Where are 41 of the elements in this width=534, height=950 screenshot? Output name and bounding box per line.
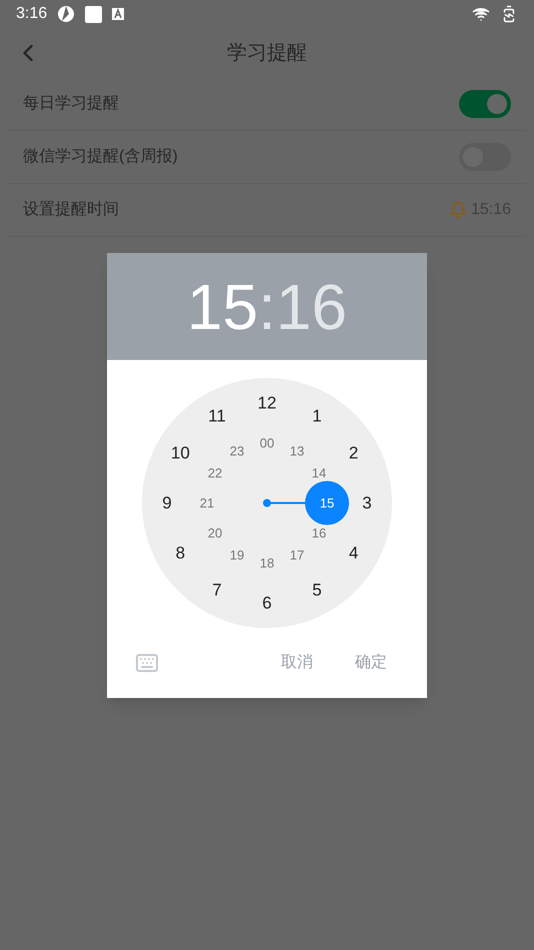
setting-label: 微信学习提醒(含周报) — [23, 147, 178, 167]
hour-number[interactable]: 21 — [200, 496, 214, 510]
hour-number[interactable]: 16 — [312, 526, 326, 540]
bell-icon — [448, 201, 467, 219]
hour-number[interactable]: 1 — [312, 408, 322, 425]
status-time: 3:16 — [16, 4, 48, 24]
keyboard-icon[interactable] — [135, 651, 159, 675]
hour-number[interactable]: 15 — [320, 496, 334, 510]
toggle-switch[interactable] — [459, 90, 511, 118]
page-title: 学习提醒 — [227, 41, 307, 66]
hour-number[interactable]: 19 — [230, 548, 244, 562]
hour-number[interactable]: 6 — [262, 594, 272, 612]
dialog-button[interactable]: 取消 — [269, 645, 325, 681]
dialog-button[interactable]: 确定 — [343, 645, 399, 681]
hour-number[interactable]: 3 — [362, 494, 372, 512]
hour-number[interactable]: 12 — [258, 394, 276, 412]
text-icon — [112, 8, 124, 20]
hour-number[interactable]: 00 — [260, 436, 274, 450]
hour-number[interactable]: 17 — [290, 548, 304, 562]
setting-label: 每日学习提醒 — [23, 94, 119, 114]
hour-number[interactable]: 8 — [176, 544, 186, 562]
hour-number[interactable]: 2 — [348, 444, 358, 462]
hour-number[interactable]: 11 — [208, 408, 226, 425]
time-separator: : — [258, 270, 276, 344]
hour-number[interactable]: 10 — [170, 444, 190, 462]
hour-number[interactable]: 23 — [230, 444, 244, 458]
minute-display[interactable]: 16 — [276, 258, 348, 354]
hour-number[interactable]: 20 — [208, 526, 222, 540]
hour-number[interactable]: 4 — [348, 544, 358, 562]
hour-number[interactable]: 14 — [312, 466, 326, 480]
clock-dial[interactable]: 12 1 2 3 4 5 6 7 8 9 10 11 00 13 14 15 16 17 18 19 20 21 22 23 — [142, 378, 392, 628]
hour-number[interactable]: 7 — [212, 581, 222, 598]
hour-number[interactable]: 13 — [290, 444, 304, 458]
wifi-icon — [472, 5, 490, 23]
hour-number[interactable]: 18 — [260, 556, 274, 570]
app-icon — [85, 6, 102, 22]
setting-label: 设置提醒时间 — [23, 200, 119, 220]
hour-display[interactable]: 15 — [186, 258, 258, 354]
hour-number[interactable]: 5 — [312, 581, 322, 598]
hour-number[interactable]: 22 — [208, 466, 222, 480]
hour-number[interactable]: 9 — [162, 494, 172, 512]
